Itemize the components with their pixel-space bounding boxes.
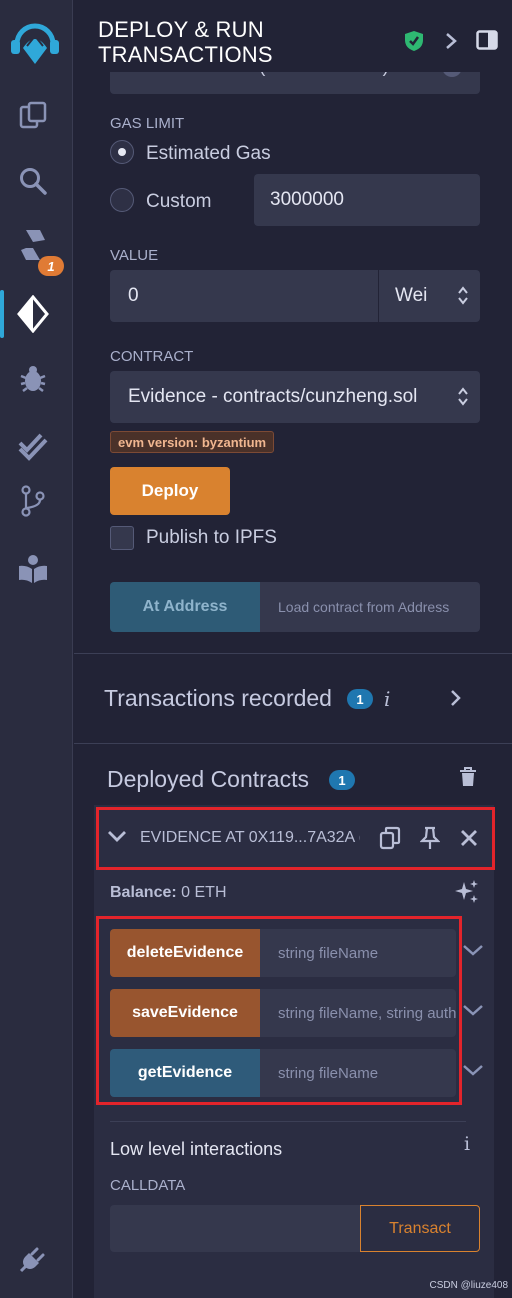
learneth-icon[interactable] (12, 548, 54, 590)
deploy-run-panel: 0x5B3...eddC4 (99.9987 ether) DEPLOY & R… (74, 0, 512, 1298)
trash-icon[interactable] (459, 767, 477, 787)
remix-logo-icon[interactable] (4, 14, 66, 70)
low-level-title: Low level interactions (110, 1139, 283, 1159)
highlight-box (96, 916, 462, 1105)
chevron-down-icon[interactable] (462, 1003, 484, 1025)
deploy-run-icon[interactable] (12, 293, 54, 335)
watermark: CSDN @liuze408 (429, 1280, 508, 1291)
sparkles-icon[interactable] (454, 879, 480, 905)
custom-gas-label: Custom (146, 191, 212, 212)
transactions-recorded-title[interactable]: Transactions recorded (104, 685, 332, 712)
balance-row: Balance: 0 ETH (110, 884, 227, 902)
value-label: VALUE (110, 247, 159, 264)
transact-button[interactable]: Transact (360, 1205, 480, 1252)
divider (110, 1121, 466, 1122)
custom-gas-radio[interactable] (110, 188, 134, 212)
balance-label: Balance: (110, 884, 177, 901)
evm-version-badge: evm version: byzantium (110, 431, 275, 453)
deployed-contracts-title: Deployed Contracts (107, 766, 309, 792)
calldata-input[interactable] (110, 1205, 360, 1252)
compiler-badge: 1 (38, 256, 64, 276)
chevron-right-icon[interactable] (450, 689, 462, 707)
divider (74, 743, 512, 744)
chevron-right-icon[interactable] (444, 31, 458, 51)
estimated-gas-radio[interactable] (110, 140, 134, 164)
chevron-down-icon[interactable] (462, 1063, 484, 1085)
gas-limit-label: GAS LIMIT (110, 115, 185, 132)
debugger-icon[interactable] (12, 358, 54, 400)
active-indicator (0, 290, 4, 338)
publish-ipfs-checkbox[interactable] (110, 526, 134, 550)
value-input[interactable]: 0 (110, 270, 378, 322)
info-icon[interactable]: i (384, 687, 390, 711)
calldata-label: CALLDATA (110, 1177, 186, 1194)
select-arrows-icon (458, 285, 468, 307)
icon-sidebar: 1 (0, 0, 73, 1298)
transactions-count-badge: 1 (347, 689, 373, 709)
custom-gas-input[interactable]: 3000000 (254, 174, 480, 226)
testing-icon[interactable] (12, 424, 54, 466)
chevron-down-icon[interactable] (462, 943, 484, 965)
panel-header: DEPLOY & RUN TRANSACTIONS (74, 0, 512, 72)
info-icon[interactable]: i (464, 1133, 470, 1155)
file-explorer-icon[interactable] (12, 94, 54, 136)
panel-toggle-icon[interactable] (476, 30, 498, 50)
deployed-count-badge: 1 (329, 770, 355, 790)
select-arrows-icon (458, 386, 468, 408)
value-unit-select[interactable]: Wei (379, 270, 480, 322)
divider (74, 653, 512, 654)
balance-value: 0 ETH (181, 884, 227, 901)
deploy-button[interactable]: Deploy (110, 467, 230, 515)
estimated-gas-label: Estimated Gas (146, 143, 271, 164)
shield-check-icon (404, 30, 424, 52)
contract-select[interactable]: Evidence - contracts/cunzheng.sol (110, 371, 480, 423)
at-address-button[interactable]: At Address (110, 582, 260, 632)
highlight-box (96, 807, 495, 870)
contract-label: CONTRACT (110, 348, 194, 365)
at-address-input[interactable]: Load contract from Address (260, 582, 480, 632)
panel-title: DEPLOY & RUN TRANSACTIONS (98, 17, 273, 67)
git-icon[interactable] (12, 480, 54, 522)
search-icon[interactable] (12, 160, 54, 202)
plugin-manager-icon[interactable] (12, 1238, 54, 1280)
publish-ipfs-label: Publish to IPFS (146, 527, 277, 548)
